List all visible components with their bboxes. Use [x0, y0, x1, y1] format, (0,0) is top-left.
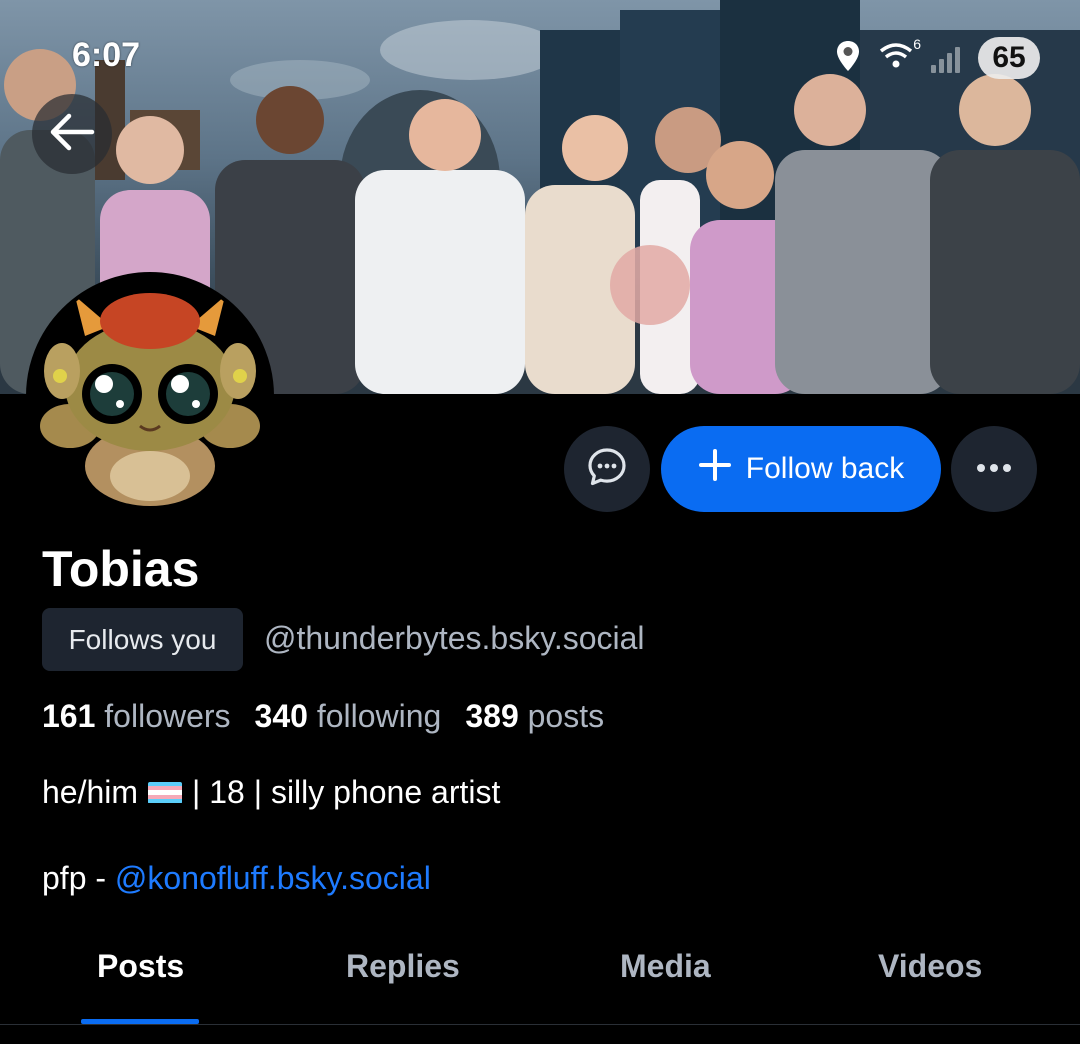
- avatar-image: [30, 276, 270, 516]
- posts-count: 389: [465, 698, 519, 734]
- bio-line-2: pfp - @konofluff.bsky.social: [42, 860, 431, 897]
- posts-stat: 389 posts: [465, 698, 604, 735]
- message-button[interactable]: [564, 426, 650, 512]
- bio-details: | 18 | silly phone artist: [192, 774, 501, 810]
- tab-media[interactable]: Media: [620, 948, 711, 985]
- bio-pfp-prefix: pfp -: [42, 860, 115, 896]
- status-icons: 6 65: [835, 36, 1040, 80]
- bio-pronouns: he/him: [42, 774, 139, 810]
- plus-icon: [698, 448, 732, 490]
- avatar[interactable]: [26, 272, 274, 520]
- following-count: 340: [254, 698, 308, 734]
- follows-you-badge: Follows you: [42, 608, 243, 671]
- more-options-button[interactable]: [951, 426, 1037, 512]
- profile-tabs: Posts Replies Media Videos: [0, 930, 1080, 1024]
- wifi-icon: 6: [879, 36, 921, 75]
- tab-videos[interactable]: Videos: [878, 948, 982, 985]
- profile-handle: @thunderbytes.bsky.social: [264, 620, 645, 656]
- follow-back-label: Follow back: [745, 452, 905, 485]
- battery-indicator: 65: [978, 37, 1040, 79]
- tab-posts[interactable]: Posts: [97, 948, 184, 985]
- followers-label: followers: [104, 698, 231, 734]
- location-icon: [835, 40, 861, 77]
- following-label: following: [316, 698, 442, 734]
- arrow-left-icon: [49, 113, 95, 156]
- chat-bubble-icon: [586, 446, 628, 493]
- followers-stat[interactable]: 161 followers: [42, 698, 231, 735]
- tabs-divider: [0, 1024, 1080, 1025]
- tab-replies[interactable]: Replies: [346, 948, 460, 985]
- bio-mention-link[interactable]: @konofluff.bsky.social: [115, 860, 431, 896]
- followers-count: 161: [42, 698, 96, 734]
- following-stat[interactable]: 340 following: [255, 698, 442, 735]
- profile-stats: 161 followers 340 following 389 posts: [42, 698, 604, 735]
- bio-line-1: he/him | 18 | silly phone artist: [42, 774, 500, 811]
- status-time: 6:07: [72, 36, 141, 74]
- profile-screen: 6:07 6 65 Follow back Tobias Follows you…: [0, 0, 1080, 1044]
- display-name: Tobias: [42, 541, 200, 597]
- follow-back-button[interactable]: Follow back: [661, 426, 941, 512]
- back-button[interactable]: [32, 94, 112, 174]
- network-label: 6: [913, 35, 921, 52]
- signal-icon: [931, 43, 960, 73]
- more-dots-icon: [976, 460, 1012, 478]
- trans-flag-icon: [148, 781, 183, 804]
- posts-label: posts: [527, 698, 605, 734]
